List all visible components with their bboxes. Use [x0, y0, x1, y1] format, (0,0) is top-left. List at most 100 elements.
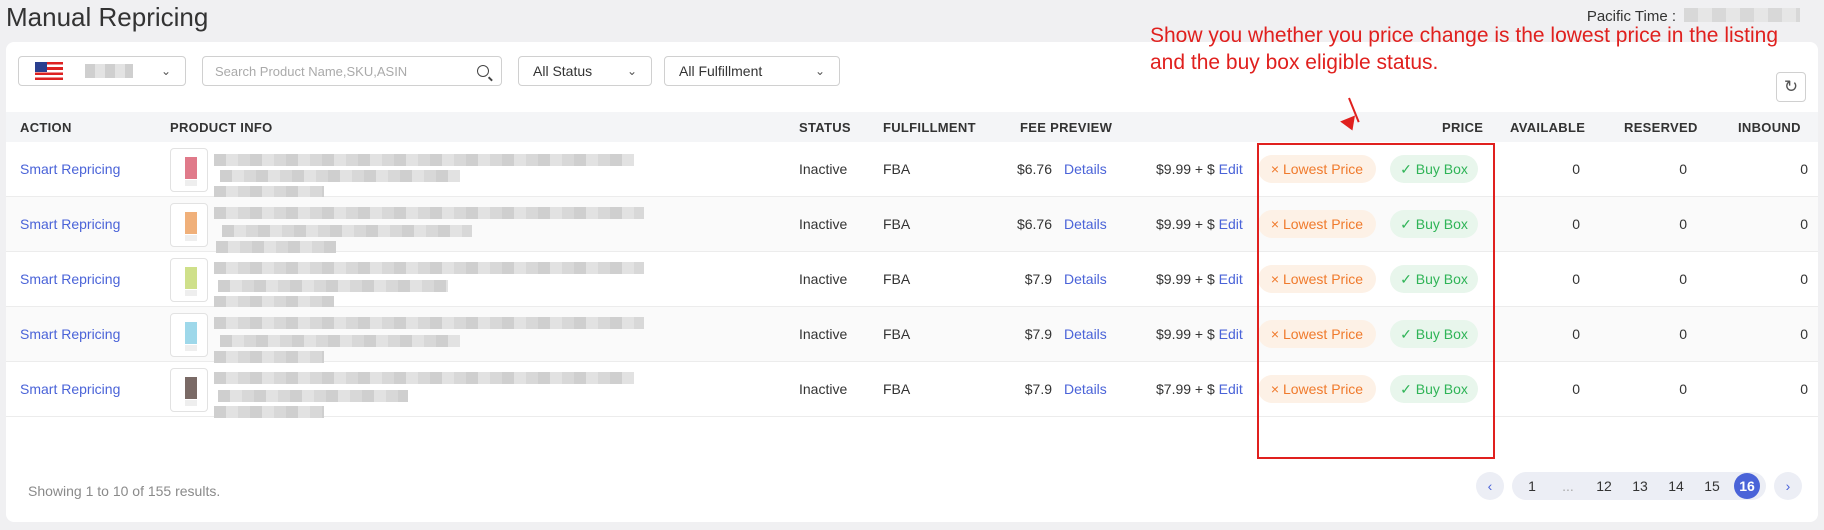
- product-info-redacted: [214, 256, 734, 310]
- search-input[interactable]: Search Product Name,SKU,ASIN: [202, 56, 502, 86]
- header-inbound: INBOUND: [1738, 120, 1801, 135]
- table-row: Smart Repricing Inactive FBA $6.76 Detai…: [6, 142, 1818, 200]
- header-reserved: RESERVED: [1624, 120, 1698, 135]
- fulfillment-filter-value: All Fulfillment: [679, 63, 763, 79]
- marketplace-name-redacted: [85, 64, 133, 78]
- status-filter-select[interactable]: All Status ⌄: [518, 56, 652, 86]
- pacific-time-value-redacted: [1684, 8, 1800, 22]
- page-button[interactable]: 16: [1734, 473, 1760, 499]
- fee-details-link[interactable]: Details: [1064, 381, 1107, 397]
- price-value: $9.99 + $ Edit: [1156, 326, 1252, 342]
- price-value: $9.99 + $ Edit: [1156, 271, 1252, 287]
- fee-details-link[interactable]: Details: [1064, 271, 1107, 287]
- header-status: STATUS: [799, 120, 851, 135]
- us-flag-icon: [35, 62, 63, 80]
- price-text: $9.99 + $: [1156, 161, 1215, 177]
- fee-amount: $7.9: [1024, 271, 1052, 287]
- fulfillment-value: FBA: [883, 271, 911, 287]
- fee-amount: $6.76: [1016, 216, 1052, 232]
- page-button[interactable]: 14: [1658, 473, 1694, 499]
- price-edit-link[interactable]: Edit: [1219, 381, 1243, 397]
- fulfillment-value: FBA: [883, 161, 911, 177]
- available-value: 0: [1572, 161, 1580, 177]
- available-value: 0: [1572, 381, 1580, 397]
- repricing-card: ⌄ Search Product Name,SKU,ASIN All Statu…: [6, 42, 1818, 522]
- available-value: 0: [1572, 326, 1580, 342]
- fulfillment-value: FBA: [883, 216, 911, 232]
- table-row: Smart Repricing Inactive FBA $7.9 Detail…: [6, 252, 1818, 310]
- chevron-down-icon: ⌄: [160, 64, 171, 78]
- price-edit-link[interactable]: Edit: [1219, 271, 1243, 287]
- price-edit-link[interactable]: Edit: [1219, 326, 1243, 342]
- available-value: 0: [1572, 216, 1580, 232]
- reserved-value: 0: [1679, 271, 1687, 287]
- inbound-value: 0: [1800, 216, 1808, 232]
- header-price: PRICE: [1442, 120, 1484, 135]
- header-action: ACTION: [20, 120, 72, 135]
- status-value: Inactive: [799, 326, 848, 342]
- fee-details-link[interactable]: Details: [1064, 326, 1107, 342]
- status-value: Inactive: [799, 216, 848, 232]
- status-value: Inactive: [799, 271, 848, 287]
- fee-details-link[interactable]: Details: [1064, 216, 1107, 232]
- annotation-highlight-box: [1257, 143, 1495, 459]
- inbound-value: 0: [1800, 271, 1808, 287]
- price-value: $7.99 + $ Edit: [1156, 381, 1252, 397]
- smart-repricing-link[interactable]: Smart Repricing: [20, 216, 120, 232]
- page-button[interactable]: 1: [1514, 473, 1550, 499]
- search-placeholder: Search Product Name,SKU,ASIN: [215, 63, 408, 79]
- price-value: $9.99 + $ Edit: [1156, 216, 1252, 232]
- reserved-value: 0: [1679, 326, 1687, 342]
- smart-repricing-link[interactable]: Smart Repricing: [20, 326, 120, 342]
- product-info-redacted: [214, 201, 734, 255]
- smart-repricing-link[interactable]: Smart Repricing: [20, 271, 120, 287]
- price-edit-link[interactable]: Edit: [1219, 161, 1243, 177]
- reserved-value: 0: [1679, 216, 1687, 232]
- price-value: $9.99 + $ Edit: [1156, 161, 1252, 177]
- fee-amount: $7.9: [1024, 381, 1052, 397]
- reserved-value: 0: [1679, 381, 1687, 397]
- price-text: $9.99 + $: [1156, 216, 1215, 232]
- fee-amount: $6.76: [1016, 161, 1052, 177]
- status-filter-value: All Status: [533, 63, 593, 79]
- page-button[interactable]: 12: [1586, 473, 1622, 499]
- search-icon[interactable]: [477, 65, 489, 77]
- fee-details-link[interactable]: Details: [1064, 161, 1107, 177]
- smart-repricing-link[interactable]: Smart Repricing: [20, 161, 120, 177]
- pagination: ‹ 1... 12 13 14 15 16 ›: [1476, 472, 1802, 500]
- status-value: Inactive: [799, 381, 848, 397]
- fulfillment-value: FBA: [883, 381, 911, 397]
- product-info-redacted: [214, 366, 734, 420]
- refresh-icon[interactable]: ↻: [1776, 72, 1806, 102]
- prev-page-icon[interactable]: ‹: [1476, 472, 1504, 500]
- product-thumbnail: [170, 368, 208, 412]
- annotation-callout: Show you whether you price change is the…: [1150, 24, 1779, 74]
- product-info-redacted: [214, 146, 734, 200]
- page-button[interactable]: 15: [1694, 473, 1730, 499]
- price-text: $7.99 + $: [1156, 381, 1215, 397]
- inbound-value: 0: [1800, 326, 1808, 342]
- fulfillment-filter-select[interactable]: All Fulfillment ⌄: [664, 56, 840, 86]
- smart-repricing-link[interactable]: Smart Repricing: [20, 381, 120, 397]
- product-info-redacted: [214, 311, 734, 365]
- available-value: 0: [1572, 271, 1580, 287]
- page-list: 1... 12 13 14 15 16: [1512, 472, 1766, 500]
- product-thumbnail: [170, 203, 208, 247]
- fee-amount: $7.9: [1024, 326, 1052, 342]
- fulfillment-value: FBA: [883, 326, 911, 342]
- table-row: Smart Repricing Inactive FBA $6.76 Detai…: [6, 197, 1818, 255]
- page-title: Manual Repricing: [6, 2, 209, 32]
- price-edit-link[interactable]: Edit: [1219, 216, 1243, 232]
- header-fee-preview: FEE PREVIEW: [1020, 120, 1113, 135]
- product-thumbnail: [170, 258, 208, 302]
- table-row: Smart Repricing Inactive FBA $7.9 Detail…: [6, 362, 1818, 420]
- price-text: $9.99 + $: [1156, 326, 1215, 342]
- results-summary: Showing 1 to 10 of 155 results.: [28, 483, 221, 499]
- product-thumbnail: [170, 148, 208, 192]
- header-fulfillment: FULFILLMENT: [883, 120, 976, 135]
- chevron-down-icon: ⌄: [814, 64, 825, 78]
- header-available: AVAILABLE: [1510, 120, 1586, 135]
- next-page-icon[interactable]: ›: [1774, 472, 1802, 500]
- marketplace-select[interactable]: ⌄: [18, 56, 186, 86]
- page-button[interactable]: 13: [1622, 473, 1658, 499]
